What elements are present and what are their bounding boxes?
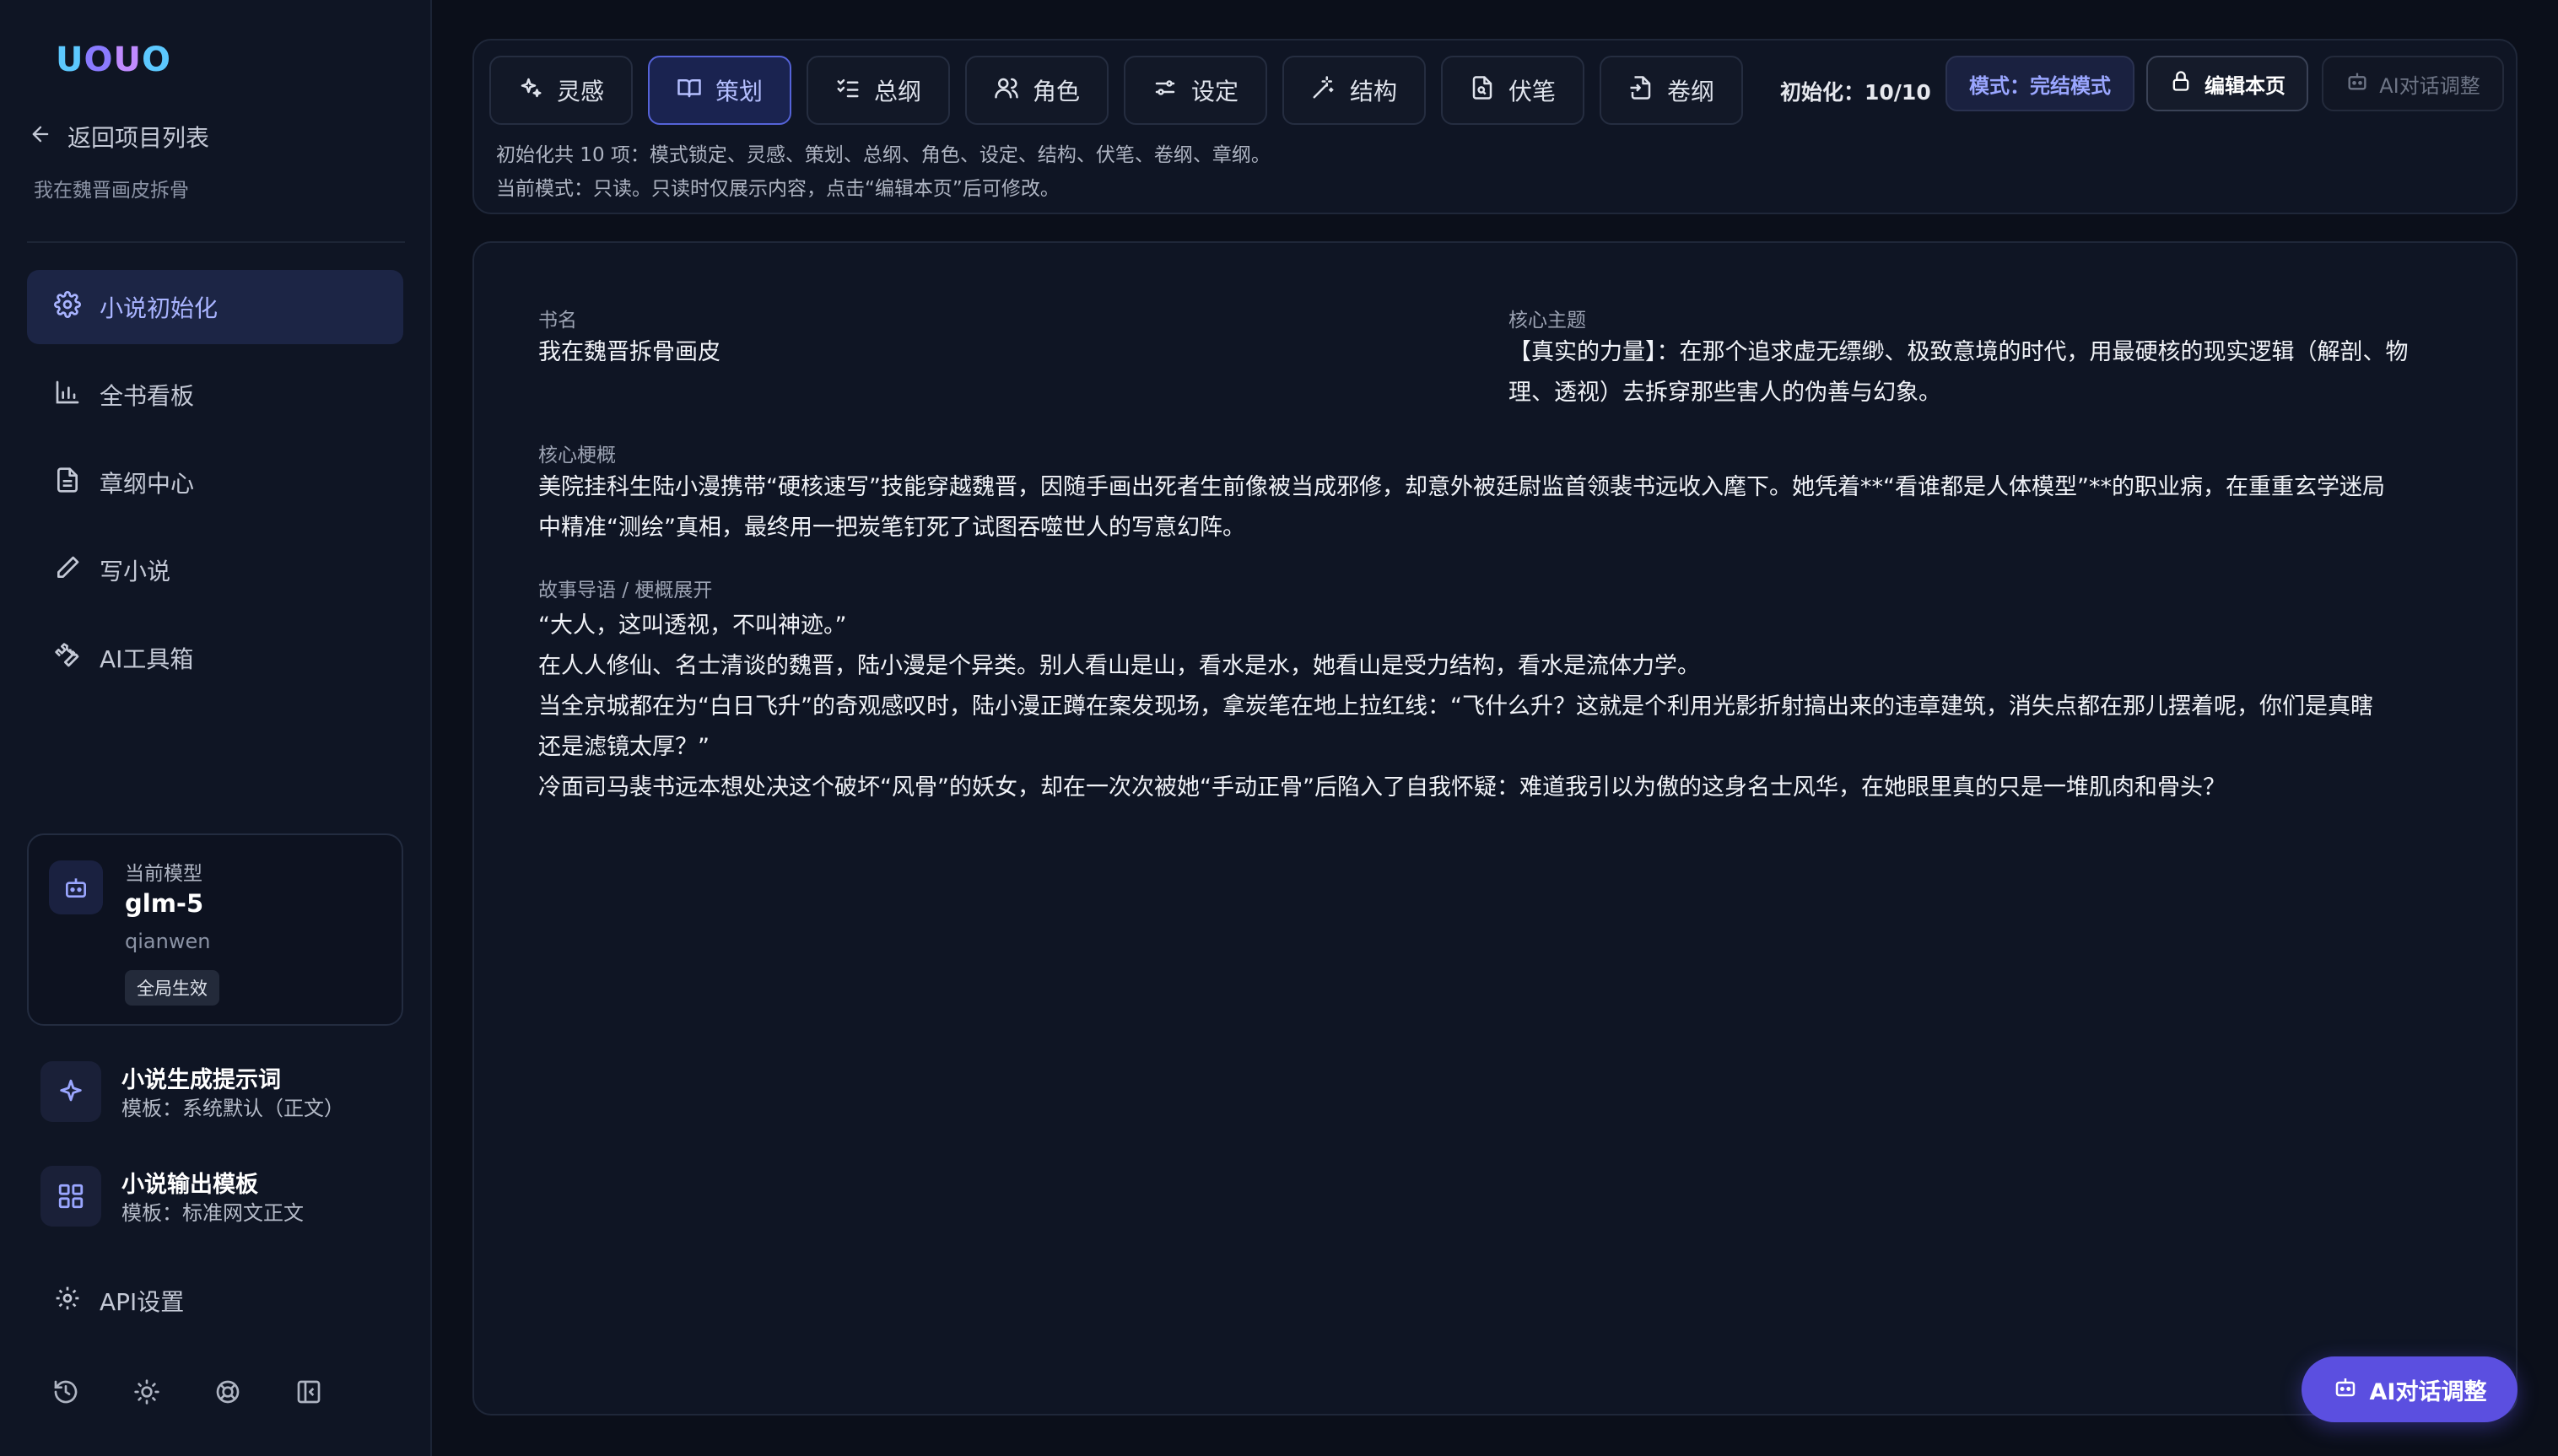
sliders-icon bbox=[1152, 75, 1178, 106]
init-toolbar: 灵感 策划 总纲 角色 设定 结构 伏笔 卷纲 初始化：10/10 模式：完结模… bbox=[472, 39, 2518, 214]
core-summary-line-2: 中精准“测绘”真相，最终用一把炭笔钉死了试图吞噬世人的写意幻阵。 bbox=[538, 515, 1245, 541]
core-theme-line-2: 理、透视）去拆穿那些害人的伪善与幻象。 bbox=[1508, 380, 1941, 406]
sidebar-item-novel-init[interactable]: 小说初始化 bbox=[27, 270, 403, 344]
sun-icon[interactable] bbox=[133, 1378, 160, 1405]
lock-icon bbox=[2169, 69, 2193, 98]
story-line: 当全京城都在为“白日飞升”的奇观感叹时，陆小漫正蹲在案发现场，拿炭笔在地上拉红线… bbox=[538, 693, 2373, 720]
back-to-projects-link[interactable]: 返回项目列表 bbox=[29, 120, 209, 154]
book-icon bbox=[677, 75, 702, 106]
ai-chat-adjust-button-disabled[interactable]: AI对话调整 bbox=[2322, 56, 2504, 111]
tab-label: 伏笔 bbox=[1508, 78, 1556, 105]
readonly-mode-hint: 当前模式：只读。只读时仅展示内容，点击“编辑本页”后可修改。 bbox=[496, 178, 1060, 200]
tab-planning[interactable]: 策划 bbox=[648, 56, 791, 125]
grid-icon bbox=[40, 1166, 101, 1227]
story-line: “大人，这叫透视，不叫神迹。” bbox=[538, 612, 847, 639]
ai-fab-label: AI对话调整 bbox=[2369, 1378, 2487, 1405]
global-scope-badge: 全局生效 bbox=[125, 970, 219, 1006]
sidebar-item-ai-toolbox[interactable]: AI工具箱 bbox=[27, 621, 403, 695]
arrow-left-icon bbox=[29, 122, 52, 152]
history-icon[interactable] bbox=[52, 1378, 79, 1405]
core-theme-label: 核心主题 bbox=[1508, 310, 1586, 332]
book-name-value: 我在魏晋拆骨画皮 bbox=[538, 339, 720, 365]
sidebar-item-label: 小说初始化 bbox=[100, 294, 219, 322]
project-name: 我在魏晋画皮拆骨 bbox=[34, 180, 189, 202]
planning-content-card: 书名 我在魏晋拆骨画皮 核心主题 【真实的力量】：在那个追求虚无缥缈、极致意境的… bbox=[472, 241, 2518, 1416]
ai-adjust-label: AI对话调整 bbox=[2379, 73, 2480, 98]
sidebar-item-label: 全书看板 bbox=[100, 382, 195, 410]
tab-structure[interactable]: 结构 bbox=[1282, 56, 1426, 125]
tab-label: 角色 bbox=[1032, 78, 1080, 105]
wand-icon bbox=[1311, 75, 1336, 106]
gear-icon bbox=[54, 1285, 81, 1318]
model-label: 当前模型 bbox=[125, 863, 202, 885]
sidebar-item-label: 章纲中心 bbox=[100, 470, 195, 498]
book-name-label: 书名 bbox=[538, 310, 577, 332]
sparkle-icon bbox=[40, 1061, 101, 1122]
sidebar-item-book-board[interactable]: 全书看板 bbox=[27, 358, 403, 432]
ai-chat-adjust-fab[interactable]: AI对话调整 bbox=[2302, 1356, 2518, 1422]
output-tool-subtitle: 模板：标准网文正文 bbox=[121, 1201, 304, 1225]
sidebar-item-write-novel[interactable]: 写小说 bbox=[27, 533, 403, 607]
file-arrow-icon bbox=[1628, 75, 1654, 106]
sidebar-item-label: 写小说 bbox=[100, 558, 171, 585]
tab-label: 卷纲 bbox=[1666, 78, 1714, 105]
tab-master-outline[interactable]: 总纲 bbox=[807, 56, 950, 125]
app-logo: UOUO bbox=[56, 40, 171, 79]
sidebar-footer-actions bbox=[52, 1378, 322, 1405]
mode-badge: 模式：完结模式 bbox=[1945, 56, 2134, 111]
robot-icon bbox=[49, 860, 103, 914]
novel-prompt-template-entry[interactable]: 小说生成提示词 模板：系统默认（正文） bbox=[40, 1054, 403, 1125]
document-icon bbox=[54, 466, 81, 499]
core-theme-line-1: 【真实的力量】：在那个追求虚无缥缈、极致意境的时代，用最硬核的现实逻辑（解剖、物 bbox=[1508, 339, 2409, 365]
current-model-card[interactable]: 当前模型 glm-5 qianwen 全局生效 bbox=[27, 833, 403, 1026]
robot-icon bbox=[2333, 1374, 2358, 1405]
tab-settings[interactable]: 设定 bbox=[1124, 56, 1267, 125]
core-summary-line-1: 美院挂科生陆小漫携带“硬核速写”技能穿越魏晋，因随手画出死者生前像被当成邪修，却… bbox=[538, 474, 2385, 500]
story-intro-body: “大人，这叫透视，不叫神迹。” 在人人修仙、名士清谈的魏晋，陆小漫是个异类。别人… bbox=[538, 606, 2462, 808]
users-icon bbox=[994, 75, 1019, 106]
tab-inspiration[interactable]: 灵感 bbox=[489, 56, 633, 125]
init-progress-count: 初始化：10/10 bbox=[1780, 80, 1931, 105]
gear-icon bbox=[54, 290, 81, 324]
bar-chart-icon bbox=[54, 379, 81, 412]
tab-label: 结构 bbox=[1349, 78, 1397, 105]
pen-icon bbox=[54, 554, 81, 587]
back-link-label: 返回项目列表 bbox=[67, 124, 210, 152]
tab-volume-outline[interactable]: 卷纲 bbox=[1600, 56, 1743, 125]
robot-icon bbox=[2345, 69, 2369, 98]
tab-label: 总纲 bbox=[873, 78, 921, 105]
model-name: glm-5 bbox=[125, 889, 204, 918]
output-tool-title: 小说输出模板 bbox=[121, 1172, 258, 1198]
edit-page-button[interactable]: 编辑本页 bbox=[2146, 56, 2308, 111]
api-settings-link[interactable]: API设置 bbox=[54, 1284, 184, 1318]
sparkle-icon bbox=[518, 75, 543, 106]
collapse-sidebar-icon[interactable] bbox=[295, 1378, 322, 1405]
story-line: 冷面司马裴书远本想处决这个破坏“风骨”的妖女，却在一次次被她“手动正骨”后陷入了… bbox=[538, 774, 2226, 801]
list-check-icon bbox=[835, 75, 861, 106]
init-items-hint: 初始化共 10 项：模式锁定、灵感、策划、总纲、角色、设定、结构、伏笔、卷纲、章… bbox=[496, 144, 1271, 166]
wrench-icon bbox=[54, 642, 81, 675]
help-lifebuoy-icon[interactable] bbox=[214, 1378, 241, 1405]
edit-page-label: 编辑本页 bbox=[2205, 73, 2285, 98]
tab-label: 灵感 bbox=[556, 78, 604, 105]
story-intro-label: 故事导语 / 梗概展开 bbox=[538, 580, 713, 601]
prompt-tool-subtitle: 模板：系统默认（正文） bbox=[121, 1097, 344, 1120]
story-line: 还是滤镜太厚？” bbox=[538, 734, 710, 760]
sidebar-item-chapter-center[interactable]: 章纲中心 bbox=[27, 445, 403, 520]
api-settings-label: API设置 bbox=[100, 1288, 185, 1316]
story-line: 在人人修仙、名士清谈的魏晋，陆小漫是个异类。别人看山是山，看水是水，她看山是受力… bbox=[538, 653, 1700, 679]
prompt-tool-title: 小说生成提示词 bbox=[121, 1067, 281, 1093]
sidebar: UOUO 返回项目列表 我在魏晋画皮拆骨 小说初始化 全书看板 章纲中心 写小说… bbox=[0, 0, 432, 1456]
core-summary-label: 核心梗概 bbox=[538, 445, 616, 466]
sidebar-divider bbox=[27, 241, 405, 243]
tab-foreshadowing[interactable]: 伏笔 bbox=[1441, 56, 1584, 125]
tab-characters[interactable]: 角色 bbox=[965, 56, 1109, 125]
tab-label: 策划 bbox=[715, 78, 763, 105]
sidebar-nav: 小说初始化 全书看板 章纲中心 写小说 AI工具箱 bbox=[27, 270, 403, 709]
model-provider: qianwen bbox=[125, 930, 211, 953]
tab-label: 设定 bbox=[1190, 78, 1239, 105]
sidebar-item-label: AI工具箱 bbox=[100, 645, 194, 673]
file-search-icon bbox=[1470, 75, 1495, 106]
novel-output-template-entry[interactable]: 小说输出模板 模板：标准网文正文 bbox=[40, 1159, 403, 1230]
